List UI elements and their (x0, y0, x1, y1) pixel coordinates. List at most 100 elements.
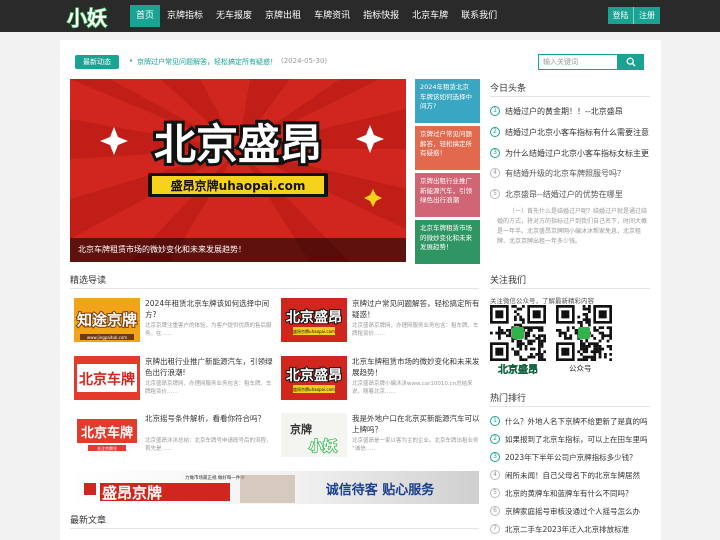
hero-image: 北京盛昂 盛昂京牌uhaopai.com (70, 79, 406, 262)
featured-thumb[interactable]: 北京盛昂 盛昂京牌uhaopai.com (281, 298, 347, 342)
featured-item[interactable]: 北京车牌 京牌出租行业推广新能源汽车，引领绿色出行浪潮! 北京盛昂京牌网，办理网… (74, 356, 274, 402)
search-button[interactable] (618, 54, 644, 70)
featured-item[interactable]: 北京盛昂 盛昂京牌uhaopai.com 北京车牌租赁市场的微妙变化和未来发展趋… (281, 356, 481, 402)
nav-contact[interactable]: 联系我们 (455, 5, 503, 27)
svg-text:小妖: 小妖 (67, 6, 107, 30)
featured-item-title[interactable]: 2024年租赁北京车牌该如何选择中间方? (145, 298, 273, 320)
bullet-dot: • (129, 57, 134, 65)
hot-link[interactable]: 京牌家庭摇号审核没通过个人摇号怎么办 (505, 506, 640, 517)
featured-item[interactable]: 京牌 小妖 我是外地户口在北京买新能源汽车可以上牌吗？ 北京盛昂是一家以客为主的… (281, 413, 481, 459)
hero-brand-text: 北京盛昂 (154, 120, 322, 169)
headline-item[interactable]: 1 结婚过户的黄金期！！--北京盛昂 (490, 104, 650, 118)
top-navbar: 小妖 首页 京牌指标 无车报废 京牌出租 车牌资讯 指标快报 北京车牌 联系我们… (0, 0, 720, 32)
hot-item[interactable]: 1 什么？外地人名下京牌不给更新了是真的吗 (490, 414, 650, 428)
svg-text:北京盛昂: 北京盛昂 (498, 363, 538, 376)
latest-articles-title: 最新文章 (70, 516, 107, 526)
qr-code-right (556, 305, 612, 361)
featured-item[interactable]: 知途京牌 www.jingpaituk.com 2024年租赁北京车牌该如何选择… (74, 298, 274, 344)
featured-item[interactable]: 北京车牌 关注京牌号 北京摇号条件解析，看看你符合吗？ 北京盛昂沐沐总结：北京车… (74, 413, 274, 459)
hero-slide[interactable]: 北京盛昂 盛昂京牌uhaopai.com (70, 79, 406, 262)
hot-item[interactable]: 6 京牌家庭摇号审核没通过个人摇号怎么办 (490, 504, 650, 518)
featured-thumb[interactable]: 知途京牌 www.jingpaituk.com (74, 298, 140, 342)
rank-number: 5 (490, 488, 500, 498)
rank-number: 1 (490, 416, 500, 426)
headline-link[interactable]: 北京盛昂--结婚过户的优势在哪里 (505, 189, 623, 200)
svg-text:盛昂京牌uhaopai.com: 盛昂京牌uhaopai.com (293, 386, 335, 392)
featured-item[interactable]: 北京盛昂 盛昂京牌uhaopai.com 京牌过户常见问题解答，轻松搞定所有疑惑… (281, 298, 481, 344)
nav-scrap[interactable]: 无车报废 (210, 5, 258, 27)
hot-item[interactable]: 7 北京二手车2023年迁入北京排放标准 (490, 522, 650, 536)
nav-plate-rental[interactable]: 京牌出租 (259, 5, 307, 27)
featured-thumb[interactable]: 京牌 小妖 (281, 413, 347, 457)
rank-number: 3 (490, 452, 500, 462)
hot-link[interactable]: 北京二手车2023年迁入北京排放标准 (505, 524, 629, 535)
svg-text:盛昂京牌uhaopai.com: 盛昂京牌uhaopai.com (293, 328, 335, 334)
svg-text:www.jingpaituk.com: www.jingpaituk.com (87, 335, 127, 340)
nav-beijing-plate[interactable]: 北京车牌 (406, 5, 454, 27)
hero-caption[interactable]: 北京车牌租赁市场的微妙变化和未来发展趋势！ (70, 238, 406, 262)
headline-link[interactable]: 有结婚升级的北京车牌照服号吗？ (505, 168, 625, 179)
follow-text: 关注微信公众号，了解最新精彩内容 (490, 297, 594, 305)
rank-number: 3 (490, 148, 500, 158)
rank-number: 1 (490, 106, 500, 116)
nav-plate-quota[interactable]: 京牌指标 (161, 5, 209, 27)
latest-news-link[interactable]: 京牌过户常见问题解答，轻松搞定所有疑惑！ (137, 57, 277, 67)
rank-number: 6 (490, 506, 500, 516)
hot-item[interactable]: 3 2023年下半年公司户京牌指标多少钱？ (490, 450, 650, 464)
hot-title: 热门排行 (490, 394, 527, 404)
side-card-1[interactable]: 2024年租赁北京车牌该如何选择中间方? (415, 79, 480, 123)
search-input[interactable] (538, 54, 618, 70)
latest-news-badge: 最新动态 (75, 55, 119, 69)
featured-item-title[interactable]: 我是外地户口在北京买新能源汽车可以上牌吗？ (352, 413, 480, 435)
svg-text:京牌: 京牌 (290, 422, 312, 436)
hot-link[interactable]: 北京的黄牌车和蓝牌车有什么不同吗？ (505, 488, 633, 499)
divider (70, 528, 479, 529)
featured-item-title[interactable]: 京牌过户常见问题解答，轻松搞定所有疑惑！ (352, 298, 480, 320)
side-card-3[interactable]: 京牌出租行业推广新能源汽车，引领绿色出行浪潮 (415, 173, 480, 217)
headline-item[interactable]: 5 北京盛昂--结婚过户的优势在哪里 (490, 187, 650, 201)
hot-item[interactable]: 4 闹所未闻！自己父母名下的北京车牌居然 (490, 468, 650, 482)
featured-item-title[interactable]: 北京车牌租赁市场的微妙变化和未来发展趋势！ (352, 356, 480, 378)
featured-thumb[interactable]: 北京盛昂 盛昂京牌uhaopai.com (281, 356, 347, 400)
divider (490, 288, 650, 289)
svg-text:小妖: 小妖 (309, 438, 338, 455)
headline-item[interactable]: 2 结婚过户北京小客车指标有什么需要注意 (490, 125, 650, 139)
rank-number: 5 (490, 189, 500, 199)
headline-link[interactable]: 为什么结婚过户北京小客车指标女标主更 (505, 148, 649, 159)
headline-item[interactable]: 3 为什么结婚过户北京小客车指标女标主更 (490, 146, 650, 160)
headline-link[interactable]: 结婚过户北京小客车指标有什么需要注意 (505, 127, 649, 138)
side-card-4[interactable]: 北京车牌租赁市场的微妙变化和未来发展趋势！ (415, 220, 480, 264)
hot-link[interactable]: 闹所未闻！自己父母名下的北京车牌居然 (505, 470, 640, 481)
featured-item-desc: 北京盛昂是一家以客为主的企业。北京车牌出租业务 “诚信…… (352, 438, 479, 452)
featured-thumb[interactable]: 北京车牌 关注京牌号 (74, 413, 140, 457)
headline-item[interactable]: 4 有结婚升级的北京车牌照服号吗？ (490, 166, 650, 180)
site-logo[interactable]: 小妖 (64, 3, 128, 30)
headline-link[interactable]: 结婚过户的黄金期！！--北京盛昂 (505, 106, 623, 117)
search-icon (626, 57, 636, 67)
featured-item-title[interactable]: 北京摇号条件解析，看看你符合吗？ (145, 413, 273, 435)
svg-text:北京盛昂: 北京盛昂 (286, 309, 342, 326)
rank-number: 4 (490, 168, 500, 178)
featured-item-title[interactable]: 京牌出租行业推广新能源汽车，引领绿色出行浪潮! (145, 356, 273, 378)
rank-number: 2 (490, 434, 500, 444)
featured-thumb[interactable]: 北京车牌 (74, 356, 140, 400)
hero-brand-url: 盛昂京牌uhaopai.com (171, 178, 306, 193)
hot-item[interactable]: 5 北京的黄牌车和蓝牌车有什么不同吗？ (490, 486, 650, 500)
svg-text:关注京牌号: 关注京牌号 (97, 445, 117, 451)
svg-text:北京盛昂: 北京盛昂 (286, 367, 342, 384)
rank-number: 7 (490, 524, 500, 534)
side-card-2[interactable]: 京牌过户常见问题解答，轻松搞定所有疑惑！ (415, 126, 480, 170)
featured-item-desc: 北京京牌注重客户的体验，为客户提供优质的售后服务。在…… (145, 323, 272, 337)
hot-link[interactable]: 如果报到了北京车指标，可以上在田车里吗 (505, 434, 648, 445)
featured-item-desc: 北京盛昂京牌网，办理网服务业务包含：租车牌、车牌租赁价…… (352, 323, 479, 337)
login-button[interactable]: 登陆 (608, 7, 634, 24)
svg-text:力做市场最正规 做好每一件事: 力做市场最正规 做好每一件事 (185, 474, 245, 481)
nav-quota-flash[interactable]: 指标快报 (357, 5, 405, 27)
hot-link[interactable]: 2023年下半年公司户京牌指标多少钱？ (505, 452, 637, 463)
nav-plate-news[interactable]: 车牌资讯 (308, 5, 356, 27)
hot-link[interactable]: 什么？外地人名下京牌不给更新了是真的吗 (505, 416, 648, 427)
promo-banner[interactable]: 盛昂京牌 力做市场最正规 做好每一件事 诚信待客 贴心服务 (70, 471, 479, 504)
nav-home[interactable]: 首页 (130, 5, 161, 27)
register-button[interactable]: 注册 (634, 7, 660, 24)
hot-item[interactable]: 2 如果报到了北京车指标，可以上在田车里吗 (490, 432, 650, 446)
